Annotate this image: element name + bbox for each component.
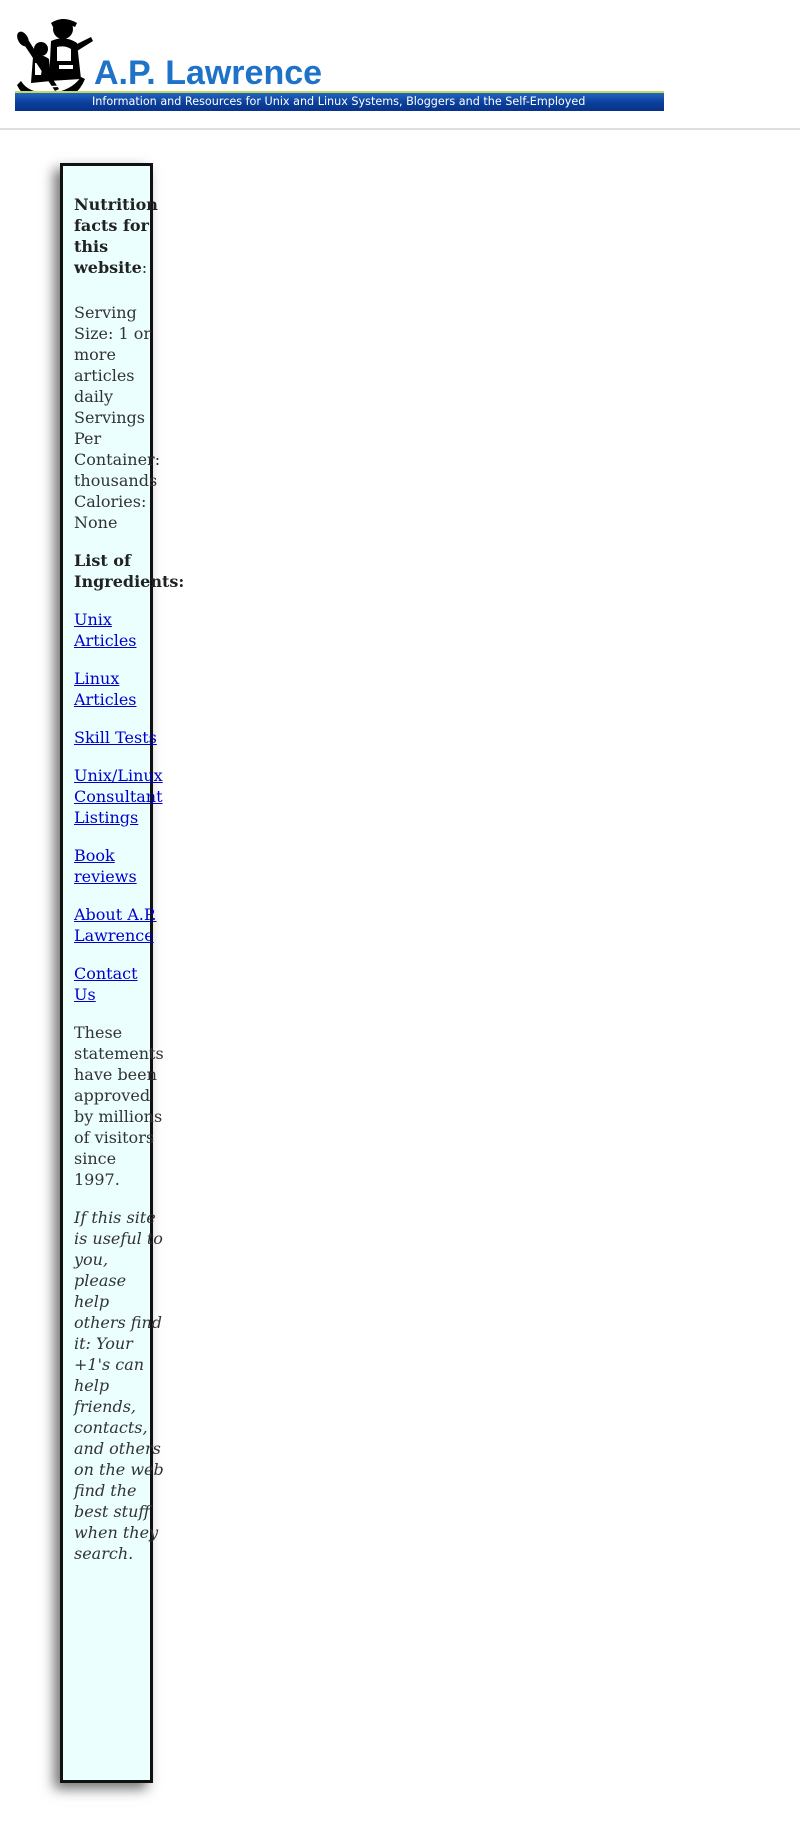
ingredients-heading: List of Ingredients: xyxy=(74,551,185,591)
sidebar-content: Nutrition facts for this website: Servin… xyxy=(74,194,185,1581)
link-book-reviews[interactable]: Book reviews xyxy=(74,846,137,886)
site-header: A.P. Lawrence Information and Resources … xyxy=(15,15,665,115)
link-linux-articles[interactable]: Linux Articles xyxy=(74,669,137,709)
nutrition-heading-colon: : xyxy=(141,258,148,277)
link-consultant-listings[interactable]: Unix/Linux Consultant Listings xyxy=(74,766,163,827)
link-skill-tests[interactable]: Skill Tests xyxy=(74,728,157,747)
nutrition-facts-sidebar: Nutrition facts for this website: Servin… xyxy=(60,163,184,1783)
link-about[interactable]: About A.P. Lawrence xyxy=(74,905,157,945)
serving-size: Serving Size: 1 or more articles daily xyxy=(74,303,151,406)
approved-statement: These statements have been approved by m… xyxy=(74,1023,164,1189)
servings-per-container: Servings Per Container: thousands xyxy=(74,408,161,490)
nutrition-heading-block: Nutrition facts for this website: xyxy=(74,194,164,278)
link-contact-us[interactable]: Contact Us xyxy=(74,964,138,1004)
nutrition-details: Serving Size: 1 or more articles daily S… xyxy=(74,302,164,533)
header-divider xyxy=(0,128,800,130)
site-tagline: Information and Resources for Unix and L… xyxy=(92,95,586,108)
link-unix-articles[interactable]: Unix Articles xyxy=(74,610,137,650)
site-title[interactable]: A.P. Lawrence xyxy=(94,53,322,93)
plus-one-note: If this site is useful to you, please he… xyxy=(74,1208,164,1563)
tagline-bar: Information and Resources for Unix and L… xyxy=(15,91,664,111)
calories: Calories: None xyxy=(74,492,147,532)
